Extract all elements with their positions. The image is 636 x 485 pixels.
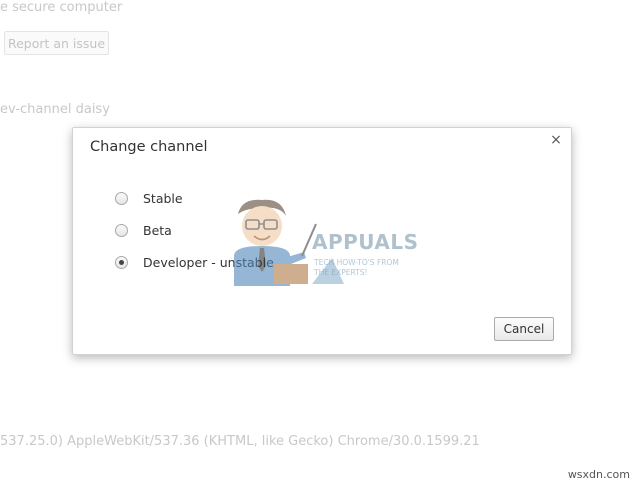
bg-channel-text: ev-channel daisy — [0, 102, 110, 117]
dialog-title: Change channel — [90, 139, 208, 155]
option-beta[interactable]: Beta — [115, 221, 172, 239]
watermark-logo-text: APPUALS — [312, 230, 419, 254]
close-icon[interactable]: × — [549, 133, 563, 147]
bg-user-agent-text: 537.25.0) AppleWebKit/537.36 (KHTML, lik… — [0, 434, 480, 449]
radio-beta[interactable] — [115, 223, 128, 237]
bg-security-text: e secure computer — [0, 0, 123, 15]
report-issue-button: Report an issue — [4, 31, 109, 55]
site-watermark: wsxdn.com — [567, 468, 630, 481]
radio-developer[interactable] — [115, 255, 128, 269]
appuals-watermark: APPUALS TECH HOW-TO'S FROM THE EXPERTS! — [224, 196, 418, 286]
watermark-tagline: TECH HOW-TO'S FROM THE EXPERTS! — [314, 258, 399, 277]
option-stable[interactable]: Stable — [115, 189, 183, 207]
option-beta-label: Beta — [143, 222, 172, 238]
cancel-button[interactable]: Cancel — [494, 317, 554, 341]
radio-stable[interactable] — [115, 191, 128, 205]
option-stable-label: Stable — [143, 190, 183, 206]
